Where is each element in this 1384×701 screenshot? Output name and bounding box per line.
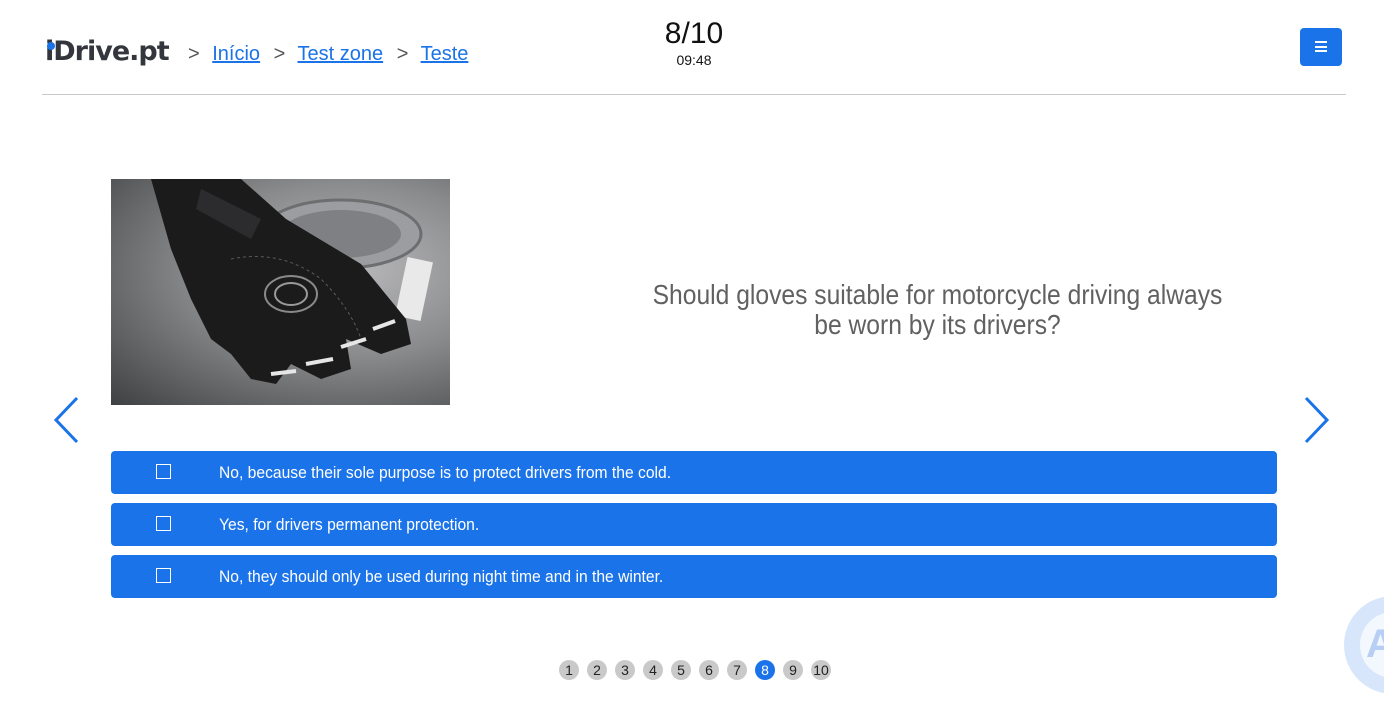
- question-image: [111, 179, 450, 405]
- answer-option[interactable]: Yes, for drivers permanent protection.: [111, 503, 1277, 546]
- chevron-right-icon: [1304, 396, 1330, 444]
- page-dot[interactable]: 2: [587, 660, 607, 680]
- breadcrumb-link-teste[interactable]: Teste: [421, 43, 469, 65]
- motorcycle-glove-photo: [151, 179, 433, 384]
- answer-label: Yes, for drivers permanent protection.: [219, 515, 480, 534]
- logo[interactable]: i Drive.pt: [45, 34, 170, 70]
- question-pager: 1 2 3 4 5 6 7 8 9 10: [559, 660, 839, 680]
- breadcrumb-link-test-zone[interactable]: Test zone: [298, 43, 384, 65]
- question-progress: 8/10 09:48: [634, 16, 754, 68]
- page-dot[interactable]: 3: [615, 660, 635, 680]
- page-dot[interactable]: 9: [783, 660, 803, 680]
- breadcrumb-link-inicio[interactable]: Início: [212, 43, 260, 65]
- answer-checkbox[interactable]: [156, 568, 171, 583]
- logo-i: i: [45, 36, 55, 67]
- answer-list: No, because their sole purpose is to pro…: [111, 451, 1277, 607]
- answer-checkbox[interactable]: [156, 464, 171, 479]
- menu-button[interactable]: [1300, 28, 1342, 66]
- logo-dot: [47, 42, 55, 50]
- answer-checkbox[interactable]: [156, 516, 171, 531]
- answer-label: No, they should only be used during nigh…: [219, 567, 664, 586]
- header: i Drive.pt > Início > Test zone > Teste 8…: [42, 0, 1346, 95]
- page-dot-current[interactable]: 8: [755, 660, 775, 680]
- question-text: Should gloves suitable for motorcycle dr…: [652, 279, 1223, 340]
- accessibility-widget-button[interactable]: A: [1344, 596, 1384, 694]
- page-dot[interactable]: 4: [643, 660, 663, 680]
- page-dot[interactable]: 5: [671, 660, 691, 680]
- page-dot[interactable]: 7: [727, 660, 747, 680]
- breadcrumb-separator: >: [188, 43, 200, 65]
- answer-label: No, because their sole purpose is to pro…: [219, 463, 672, 482]
- chevron-left-icon: [53, 396, 79, 444]
- page-dot[interactable]: 6: [699, 660, 719, 680]
- next-question-button[interactable]: [1301, 395, 1331, 445]
- answer-option[interactable]: No, because their sole purpose is to pro…: [111, 451, 1277, 494]
- accessibility-icon: A: [1366, 622, 1384, 666]
- previous-question-button[interactable]: [52, 395, 82, 445]
- countdown-timer: 09:48: [676, 52, 712, 68]
- question-counter: 8/10: [664, 17, 724, 50]
- page-dot[interactable]: 1: [559, 660, 579, 680]
- logo-text: Drive.pt: [53, 36, 169, 67]
- breadcrumb-separator: >: [396, 43, 409, 65]
- answer-option[interactable]: No, they should only be used during nigh…: [111, 555, 1277, 598]
- breadcrumb: > Início > Test zone > Teste: [180, 41, 468, 67]
- hamburger-icon: [1315, 41, 1327, 52]
- page-dot[interactable]: 10: [811, 660, 831, 680]
- breadcrumb-separator: >: [273, 43, 286, 65]
